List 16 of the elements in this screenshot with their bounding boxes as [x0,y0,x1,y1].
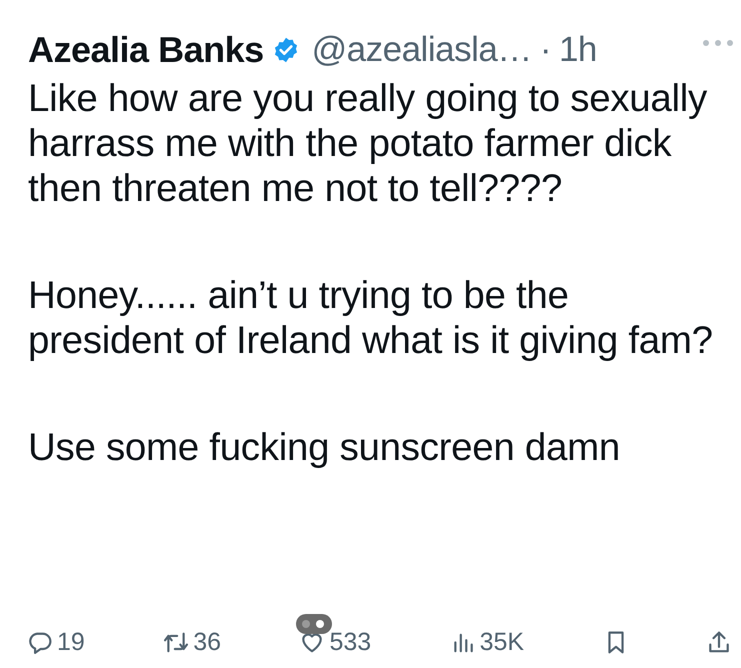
indicator-toast [296,614,332,634]
share-icon [706,630,731,655]
post-text: Honey...... ain’t u trying to be the president of Ireland what is it giving fam? [28,273,714,363]
post-time[interactable]: 1h [558,24,597,76]
repost-button[interactable]: 36 [164,624,222,662]
repost-icon [164,630,188,655]
views-button[interactable]: 35K [450,624,524,662]
reply-button[interactable]: 19 [28,624,85,662]
post-text: Use some fucking sunscreen damn [28,425,622,470]
reply-icon [28,630,52,655]
separator-dot: · [540,28,551,71]
like-button[interactable]: 533 [300,624,372,662]
author-name[interactable]: Azealia Banks [28,23,264,77]
share-button[interactable] [706,630,731,655]
author-handle[interactable]: @azealiasla… [312,24,532,76]
post-text: Like how are you really going to sexually harrass me with the potato farmer dick then threaten me not to tell???? [28,76,708,211]
